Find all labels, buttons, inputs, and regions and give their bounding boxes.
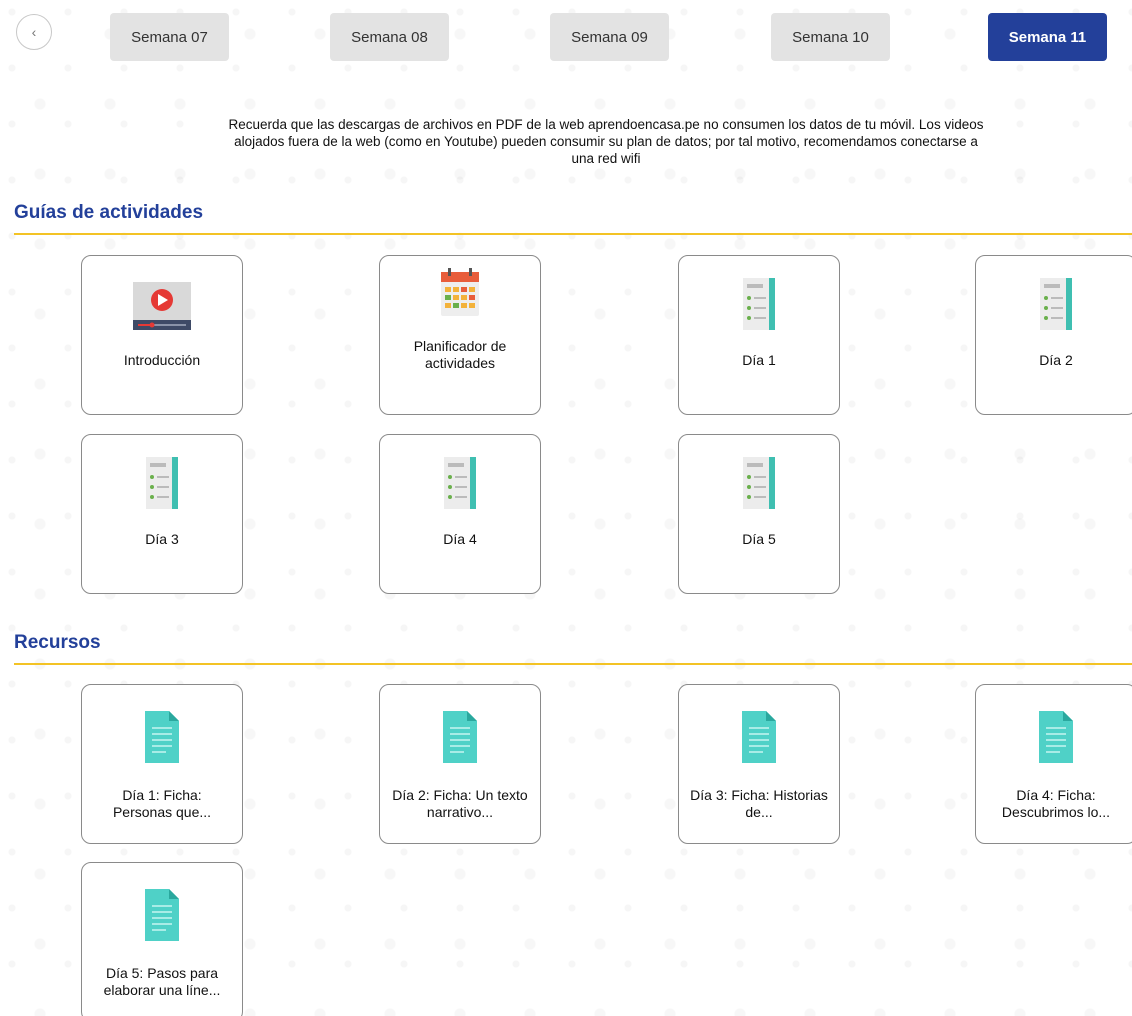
week-tab-09[interactable]: Semana 09 [550,13,669,61]
guide-card-dia-2[interactable]: Día 2 [975,255,1132,415]
guide-card-dia-1[interactable]: Día 1 [678,255,840,415]
file-icon [145,711,179,763]
week-tab-11[interactable]: Semana 11 [988,13,1107,61]
card-label: Día 1 [742,352,776,368]
guide-card-dia-5[interactable]: Día 5 [678,434,840,594]
resource-card-dia-2[interactable]: Día 2: Ficha: Un texto narrativo... [379,684,541,844]
guide-card-dia-3[interactable]: Día 3 [81,434,243,594]
file-icon [1039,711,1073,763]
card-label: Introducción [123,352,201,368]
week-tab-07[interactable]: Semana 07 [110,13,229,61]
resource-card-dia-1[interactable]: Día 1: Ficha: Personas que... [81,684,243,844]
data-usage-notice: Recuerda que las descargas de archivos e… [228,117,984,166]
document-list-icon [1040,278,1072,330]
document-list-icon [146,457,178,509]
card-label: Día 5 [742,531,776,547]
document-list-icon [743,278,775,330]
guide-card-planificador[interactable]: Planificador de actividades [379,255,541,415]
card-label: Planificador de actividades [413,338,507,371]
file-icon [443,711,477,763]
week-tab-08[interactable]: Semana 08 [330,13,449,61]
card-label: Día 4: Ficha: Descubrimos lo... [1001,787,1111,820]
document-list-icon [444,457,476,509]
card-label: Día 2: Ficha: Un texto narrativo... [392,787,528,820]
resource-card-dia-5[interactable]: Día 5: Pasos para elaborar una líne... [81,862,243,1016]
resource-card-dia-3[interactable]: Día 3: Ficha: Historias de... [678,684,840,844]
week-tab-10[interactable]: Semana 10 [771,13,890,61]
previous-week-button[interactable]: ‹ [16,14,52,50]
guide-card-dia-4[interactable]: Día 4 [379,434,541,594]
week-navigation: ‹ Semana 07 Semana 08 Semana 09 Semana 1… [0,0,1132,70]
card-label: Día 5: Pasos para elaborar una líne... [103,965,221,998]
card-label: Día 3: Ficha: Historias de... [690,787,828,820]
video-player-icon [133,282,191,330]
resources-section-title: Recursos [14,632,101,653]
section-divider [14,233,1132,235]
section-divider [14,663,1132,665]
chevron-left-icon: ‹ [31,24,37,40]
file-icon [742,711,776,763]
card-label: Día 2 [1039,352,1073,368]
calendar-icon [441,268,479,316]
card-label: Día 1: Ficha: Personas que... [112,787,212,820]
card-label: Día 4 [443,531,477,547]
document-list-icon [743,457,775,509]
card-label: Día 3 [145,531,179,547]
guide-card-introduccion[interactable]: Introducción [81,255,243,415]
resource-card-dia-4[interactable]: Día 4: Ficha: Descubrimos lo... [975,684,1132,844]
guides-section-title: Guías de actividades [14,202,204,223]
file-icon [145,889,179,941]
